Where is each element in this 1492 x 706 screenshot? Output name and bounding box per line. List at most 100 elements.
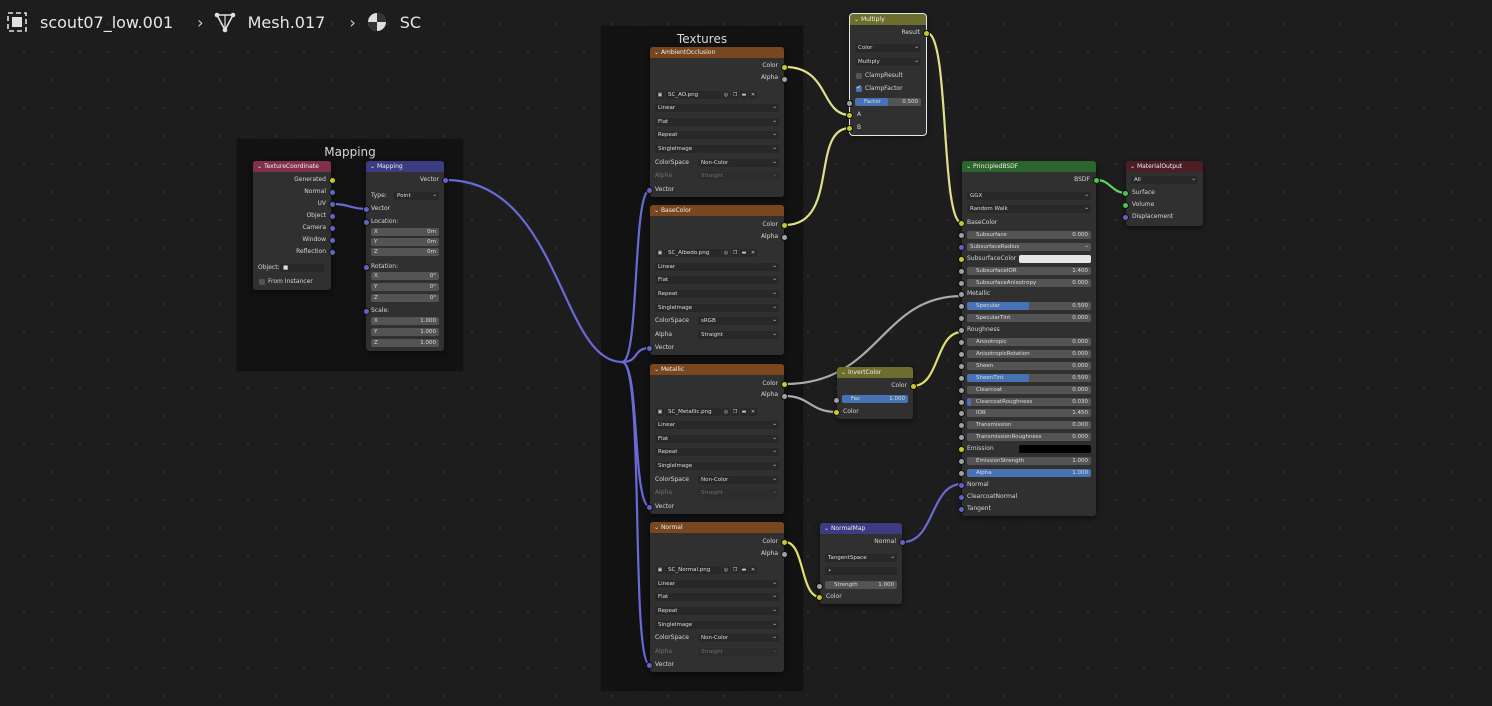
mix-multiply-node[interactable]: Multiply Result Color Multiply ClampResu… — [849, 13, 927, 136]
location-y-field[interactable]: Y 0m — [371, 238, 439, 246]
socket-camera[interactable] — [329, 225, 336, 232]
node-header[interactable]: BaseColor — [650, 205, 784, 216]
socket-object[interactable] — [329, 213, 336, 220]
socket-invert-color[interactable] — [833, 409, 840, 416]
alpha-dropdown[interactable]: Straight — [698, 331, 779, 339]
socket-mapping-vector-out[interactable] — [442, 177, 449, 184]
emission-color-swatch[interactable] — [1019, 445, 1091, 454]
socket-base-alpha[interactable] — [781, 234, 788, 241]
image-name-field[interactable]: SC_Metallic.png — [665, 408, 721, 416]
scale-x-field[interactable]: X 1.000 — [371, 317, 439, 325]
node-header[interactable]: TextureCoordinate — [253, 161, 331, 172]
folder-icon[interactable]: ▬ — [740, 91, 748, 99]
alpha-dropdown[interactable]: Straight — [698, 489, 779, 497]
image-name-field[interactable]: SC_Albedo.png — [665, 249, 721, 257]
projection-dropdown[interactable]: Flat — [655, 593, 779, 601]
duplicate-icon[interactable]: ❐ — [731, 91, 739, 99]
image-texture-node-basecolor[interactable]: BaseColor Color Alpha ▣ SC_Albedo.png ◎ … — [650, 205, 784, 355]
socket-ao-vector[interactable] — [646, 187, 653, 194]
image-name-field[interactable]: SC_Normal.png — [665, 566, 721, 574]
uv-map-field[interactable]: • — [825, 567, 897, 575]
object-picker-field[interactable]: ■ — [280, 264, 324, 272]
rotation-x-field[interactable]: X 0° — [371, 272, 439, 280]
socket-subsurface-ior[interactable] — [958, 267, 965, 275]
image-texture-node-normal[interactable]: Normal Color Alpha ▣ SC_Normal.png ◎ ❐ ▬… — [650, 522, 784, 672]
fake-user-icon[interactable]: ◎ — [722, 408, 730, 416]
node-header[interactable]: Mapping — [366, 161, 444, 172]
image-browse-icon[interactable]: ▣ — [656, 566, 664, 574]
rotation-y-field[interactable]: Y 0° — [371, 283, 439, 291]
socket-normaltex-color[interactable] — [781, 539, 788, 546]
socket-normal[interactable] — [329, 189, 336, 196]
source-dropdown[interactable]: SingleImage — [655, 145, 779, 153]
fac-slider[interactable]: Fac 1.000 — [842, 395, 908, 403]
subsurface-method-dropdown[interactable]: Random Walk — [967, 205, 1091, 213]
strength-slider[interactable]: Strength 1.000 — [825, 581, 897, 589]
socket-invert-fac[interactable] — [833, 397, 840, 404]
socket-subsurface[interactable] — [958, 231, 965, 239]
colorspace-dropdown[interactable]: Non-Color — [698, 159, 779, 167]
socket-normalmap-color[interactable] — [816, 594, 823, 601]
breadcrumb-material[interactable]: SC — [366, 11, 421, 33]
image-browse-icon[interactable]: ▣ — [656, 408, 664, 416]
projection-dropdown[interactable]: Flat — [655, 435, 779, 443]
node-header[interactable]: AmbientOcclusion — [650, 47, 784, 58]
extension-dropdown[interactable]: Repeat — [655, 131, 779, 139]
socket-ao-color[interactable] — [781, 64, 788, 71]
subsurface-ior-slider[interactable]: SubsurfaceIOR 1.400 — [967, 266, 1091, 275]
sheen-slider[interactable]: Sheen 0.000 — [967, 361, 1091, 370]
socket-multiply-b[interactable] — [846, 125, 853, 132]
interpolation-dropdown[interactable]: Linear — [655, 580, 779, 588]
normal-map-node[interactable]: NormalMap Normal TangentSpace • Strength… — [820, 523, 902, 604]
texture-coordinate-node[interactable]: TextureCoordinate Generated Normal UV Ob… — [253, 161, 331, 290]
colorspace-dropdown[interactable]: Non-Color — [698, 634, 779, 642]
interpolation-dropdown[interactable]: Linear — [655, 263, 779, 271]
alpha-dropdown[interactable]: Straight — [698, 648, 779, 656]
rotation-z-field[interactable]: Z 0° — [371, 294, 439, 302]
clamp-result-checkbox[interactable] — [856, 73, 862, 79]
source-dropdown[interactable]: SingleImage — [655, 462, 779, 470]
from-instancer-checkbox[interactable] — [259, 279, 265, 285]
socket-alpha[interactable] — [958, 469, 965, 477]
socket-anisotropic-rotation[interactable] — [958, 350, 965, 358]
socket-invert-out[interactable] — [910, 383, 917, 390]
transmission-slider[interactable]: Transmission 0.000 — [967, 421, 1091, 430]
socket-sheen[interactable] — [958, 362, 965, 370]
socket-volume[interactable] — [1122, 202, 1129, 209]
specular-tint-slider[interactable]: SpecularTint 0.000 — [967, 314, 1091, 323]
socket-sheen-tint[interactable] — [958, 374, 965, 382]
node-header[interactable]: Normal — [650, 522, 784, 533]
interpolation-dropdown[interactable]: Linear — [655, 104, 779, 112]
folder-icon[interactable]: ▬ — [740, 566, 748, 574]
colorspace-dropdown[interactable]: sRGB — [698, 317, 779, 325]
close-icon[interactable]: ✕ — [749, 249, 757, 257]
material-output-node[interactable]: MaterialOutput All Surface Volume Displa… — [1126, 161, 1203, 226]
socket-rotation[interactable] — [363, 264, 370, 271]
image-name-field[interactable]: SC_AO.png — [665, 91, 721, 99]
breadcrumb-mesh[interactable]: Mesh.017 — [214, 11, 325, 33]
socket-subsurface-anisotropy[interactable] — [958, 279, 965, 287]
socket-ao-alpha[interactable] — [781, 76, 788, 83]
ior-slider[interactable]: IOR 1.450 — [967, 409, 1091, 418]
type-dropdown[interactable]: Point — [394, 192, 439, 200]
folder-icon[interactable]: ▬ — [740, 249, 748, 257]
node-header[interactable]: MaterialOutput — [1126, 161, 1203, 172]
socket-clearcoat-roughness[interactable] — [958, 398, 965, 406]
target-dropdown[interactable]: All — [1131, 176, 1198, 184]
image-browse-icon[interactable]: ▣ — [656, 91, 664, 99]
node-header[interactable]: InvertColor — [837, 367, 913, 378]
mapping-node[interactable]: Mapping Vector Type: Point Vector Locati… — [366, 161, 444, 351]
socket-normaltex-alpha[interactable] — [781, 551, 788, 558]
close-icon[interactable]: ✕ — [749, 408, 757, 416]
extension-dropdown[interactable]: Repeat — [655, 607, 779, 615]
fake-user-icon[interactable]: ◎ — [722, 566, 730, 574]
image-texture-node-ao[interactable]: AmbientOcclusion Color Alpha ▣ SC_AO.png… — [650, 47, 784, 197]
node-header[interactable]: NormalMap — [820, 523, 902, 534]
socket-normalmap-strength[interactable] — [816, 583, 823, 590]
image-browse-icon[interactable]: ▣ — [656, 249, 664, 257]
folder-icon[interactable]: ▬ — [740, 408, 748, 416]
duplicate-icon[interactable]: ❐ — [731, 249, 739, 257]
subsurface-slider[interactable]: Subsurface 0.000 — [967, 230, 1091, 239]
colorspace-dropdown[interactable]: Non-Color — [698, 476, 779, 484]
subsurface-radius-vector-dropdown[interactable]: SubsurfaceRadius — [967, 242, 1091, 251]
